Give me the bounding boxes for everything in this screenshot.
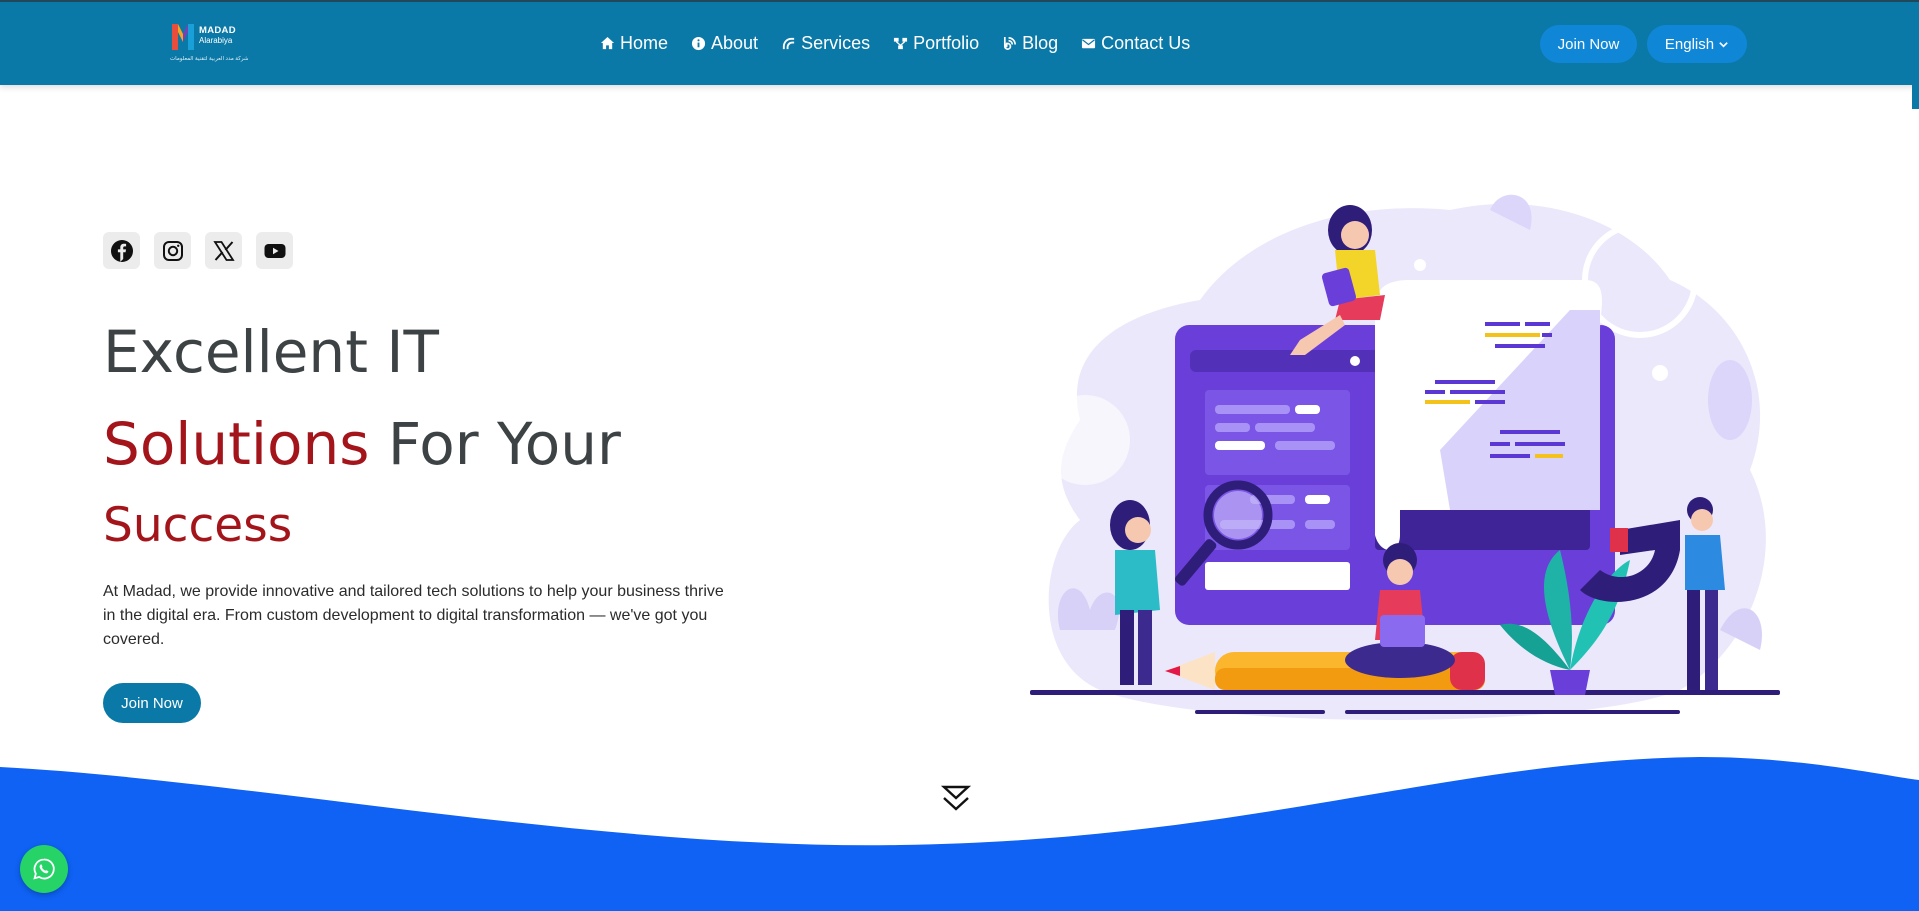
hero-heading-highlight: Solutions <box>103 410 370 478</box>
facebook-link[interactable] <box>103 232 140 269</box>
hero-illustration <box>1030 194 1780 720</box>
logo-name-line2: Alarabiya <box>199 36 233 45</box>
nav-about-label: About <box>711 33 759 53</box>
logo-arabic-tagline: شركة مدد العربية لتقنية المعلومات <box>170 56 249 62</box>
nav-portfolio-label: Portfolio <box>913 33 980 53</box>
hero-heading-line2-rest: For Your <box>369 410 621 478</box>
nav-services[interactable]: Services <box>781 33 870 54</box>
nav-portfolio[interactable]: Portfolio <box>893 33 979 54</box>
envelope-icon <box>1082 38 1096 49</box>
services-icon <box>782 37 795 50</box>
logo-wordmark: MADAD Alarabiya <box>199 26 236 46</box>
logo-mark-icon <box>172 24 194 50</box>
top-navbar: MADAD Alarabiya شركة مدد العربية لتقنية … <box>0 0 1919 85</box>
language-label: English <box>1664 35 1715 53</box>
logo-name-line1: MADAD <box>199 25 236 36</box>
info-icon <box>691 36 706 51</box>
chevron-down-icon <box>1719 41 1728 48</box>
whatsapp-icon <box>33 858 55 880</box>
logo-row: MADAD Alarabiya <box>170 20 250 52</box>
chevron-double-down-icon[interactable] <box>940 785 972 813</box>
nav-blog-label: Blog <box>1022 33 1059 53</box>
nav-services-label: Services <box>801 33 871 53</box>
nav-about[interactable]: About <box>691 33 758 54</box>
hero-heading-line1: Excellent IT <box>103 318 439 386</box>
instagram-icon <box>162 240 183 261</box>
join-now-button[interactable]: Join Now <box>1540 25 1637 63</box>
home-icon <box>600 36 615 50</box>
language-dropdown[interactable]: English <box>1647 25 1747 63</box>
x-icon <box>212 240 235 261</box>
hero-join-now-button[interactable]: Join Now <box>103 683 201 723</box>
hero-description: At Madad, we provide innovative and tail… <box>103 583 724 648</box>
wave-divider <box>0 757 1919 911</box>
whatsapp-button[interactable] <box>20 845 68 893</box>
blog-icon <box>1004 36 1017 50</box>
nav-blog[interactable]: Blog <box>1002 33 1058 54</box>
youtube-link[interactable] <box>256 232 293 269</box>
social-links <box>103 232 293 269</box>
youtube-icon <box>264 243 285 258</box>
nav-contact-label: Contact Us <box>1101 33 1191 53</box>
site-logo[interactable]: MADAD Alarabiya شركة مدد العربية لتقنية … <box>170 20 250 72</box>
portfolio-icon <box>894 37 908 50</box>
hero-heading-line3: Success <box>103 498 293 553</box>
hero-heading-line2: Solutions For Your <box>103 410 621 478</box>
instagram-link[interactable] <box>154 232 191 269</box>
scroll-indicator <box>1912 85 1919 109</box>
main-nav: Home About Services Portfolio Blog Conta… <box>600 33 1213 54</box>
facebook-icon <box>110 239 133 262</box>
nav-contact[interactable]: Contact Us <box>1081 33 1190 54</box>
nav-home[interactable]: Home <box>600 33 668 54</box>
x-link[interactable] <box>205 232 242 269</box>
nav-home-label: Home <box>620 33 669 53</box>
